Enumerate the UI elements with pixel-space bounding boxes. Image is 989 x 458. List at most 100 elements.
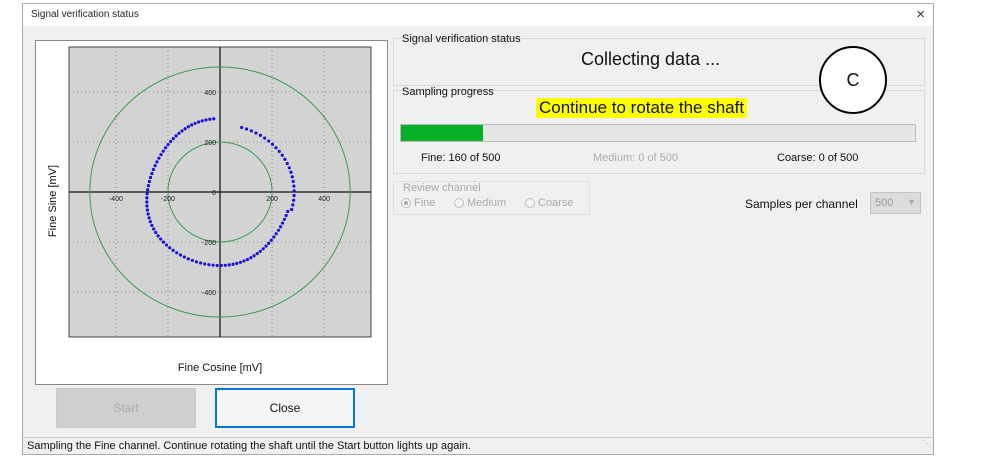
- sample-point: [267, 241, 271, 245]
- sample-point: [193, 121, 197, 125]
- radio-medium[interactable]: Medium: [454, 197, 506, 209]
- sample-point: [159, 152, 163, 157]
- sample-point: [152, 227, 156, 231]
- sample-point: [159, 237, 163, 241]
- x-tick-label: 200: [266, 196, 278, 203]
- y-tick-label: 400: [204, 90, 216, 97]
- signal-plot-svg: -400 -200 200 400 400 200 0 -200 -400 Fine Sine […: [47, 46, 372, 374]
- sample-point: [164, 243, 169, 247]
- y-tick-label: 200: [204, 140, 216, 147]
- signal-plot: -400 -200 200 400 400 200 0 -200 -400 Fine Sine […: [35, 40, 388, 385]
- plot-xlabel: Fine Cosine [mV]: [178, 362, 262, 374]
- sample-point: [145, 196, 149, 200]
- radio-medium-label: Medium: [467, 197, 507, 209]
- sampling-group-label: Sampling progress: [402, 86, 494, 98]
- sample-point: [286, 209, 290, 214]
- status-bar: Sampling the Fine channel. Continue rota…: [23, 437, 933, 454]
- sample-point: [175, 251, 179, 255]
- sample-point: [166, 142, 170, 147]
- sample-point: [284, 213, 288, 218]
- plot-ylabel: Fine Sine [mV]: [47, 165, 59, 237]
- sample-point: [186, 257, 190, 261]
- sample-point: [270, 142, 275, 146]
- sample-point: [264, 244, 268, 248]
- samples-per-channel-select[interactable]: 500 ▼: [870, 192, 921, 214]
- start-button[interactable]: Start: [56, 388, 196, 428]
- radio-dot-coarse: [525, 198, 535, 209]
- sample-point: [155, 160, 159, 164]
- radio-coarse[interactable]: Coarse: [525, 197, 573, 209]
- sample-point: [154, 230, 158, 235]
- sample-point: [254, 131, 258, 135]
- coarse-count: Coarse: 0 of 500: [777, 152, 859, 164]
- x-tick-label: -400: [109, 196, 123, 203]
- sample-point: [238, 260, 243, 264]
- sample-point: [150, 223, 154, 227]
- rotate-instruction: Continue to rotate the shaft: [536, 98, 748, 118]
- y-tick-label: -200: [202, 240, 216, 247]
- sample-point: [198, 261, 203, 265]
- sample-point: [285, 161, 289, 166]
- close-icon[interactable]: ×: [916, 6, 925, 23]
- sample-point: [291, 179, 295, 184]
- sample-point: [227, 263, 231, 267]
- sample-point: [249, 129, 253, 133]
- sample-point: [267, 139, 271, 143]
- sample-point: [255, 252, 259, 256]
- sample-point: [240, 125, 244, 130]
- radio-coarse-label: Coarse: [538, 197, 574, 209]
- status-group-label: Signal verification status: [402, 33, 521, 45]
- sample-point: [211, 263, 215, 267]
- close-button[interactable]: Close: [215, 388, 355, 428]
- sample-point: [242, 259, 246, 263]
- sample-point: [145, 208, 150, 212]
- medium-count: Medium: 0 of 500: [593, 152, 678, 164]
- sample-point: [215, 263, 219, 268]
- sample-point: [168, 246, 172, 250]
- sample-point: [231, 262, 235, 266]
- x-tick-label: 400: [318, 196, 330, 203]
- sample-point: [145, 192, 149, 196]
- samples-per-channel-label: Samples per channel: [745, 197, 858, 211]
- sample-point: [235, 261, 239, 265]
- sample-point: [212, 117, 216, 121]
- y-tick-label: -400: [202, 290, 216, 297]
- radio-dot-fine: [401, 198, 411, 209]
- sample-point: [249, 256, 253, 260]
- sample-point: [161, 240, 166, 244]
- sample-point: [151, 167, 156, 172]
- sample-point: [277, 149, 281, 153]
- sample-point: [150, 171, 154, 176]
- sample-point: [180, 129, 184, 133]
- sample-point: [258, 249, 262, 253]
- sample-point: [223, 263, 227, 267]
- y-tick-label: 0: [212, 190, 216, 197]
- sample-point: [290, 175, 294, 179]
- radio-fine[interactable]: Fine: [401, 197, 435, 209]
- sample-point: [287, 166, 291, 170]
- sample-point: [174, 134, 178, 138]
- sample-point: [272, 235, 276, 239]
- sample-point: [146, 188, 150, 192]
- sample-point: [274, 232, 278, 236]
- sample-point: [148, 220, 152, 224]
- radio-dot-medium: [454, 198, 464, 209]
- sample-point: [207, 263, 211, 267]
- callout-marker: C: [819, 46, 887, 114]
- title-bar: Signal verification status ×: [23, 4, 933, 26]
- samples-per-channel-value: 500: [875, 197, 894, 209]
- sample-point: [263, 136, 267, 140]
- x-tick-label: -200: [161, 196, 175, 203]
- sample-point: [204, 118, 208, 122]
- resize-grip-icon[interactable]: ⋱: [923, 436, 931, 452]
- status-bar-text: Sampling the Fine channel. Continue rota…: [27, 440, 471, 452]
- sample-point: [261, 247, 265, 251]
- sample-point: [244, 127, 249, 131]
- sample-point: [200, 119, 204, 123]
- sample-point: [156, 234, 160, 238]
- sample-point: [269, 238, 273, 242]
- sample-point: [147, 179, 152, 184]
- chevron-down-icon: ▼: [907, 197, 916, 207]
- review-channel-label: Review channel: [403, 182, 481, 194]
- sample-point: [283, 157, 287, 161]
